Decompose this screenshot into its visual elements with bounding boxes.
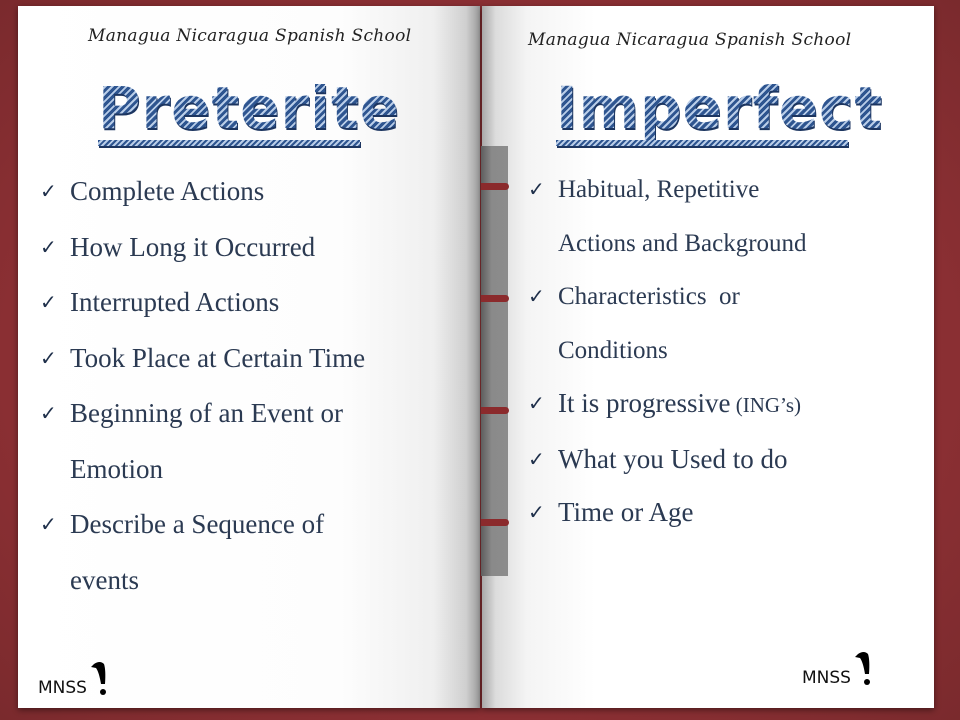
school-header: Managua Nicaragua Spanish School <box>528 30 852 50</box>
check-icon: ✓ <box>528 446 545 471</box>
school-header: Managua Nicaragua Spanish School <box>88 26 412 46</box>
bookmark-ribbon <box>481 407 509 414</box>
list-item: ✓ Interrupted Actions <box>40 275 365 331</box>
bookmark-ribbon <box>481 183 509 190</box>
bird-exclamation-icon <box>91 662 106 695</box>
bookmark-ribbon <box>481 295 509 302</box>
check-icon: ✓ <box>528 284 545 308</box>
list-item: ✓ Took Place at Certain Time <box>40 331 365 387</box>
list-item: ✓ What you Used to do <box>528 433 807 487</box>
mnss-logo: MNSS <box>802 652 870 688</box>
preterite-list: ✓ Complete Actions ✓ How Long it Occurred … <box>40 164 365 608</box>
list-item: ✓ Complete Actions <box>40 164 365 220</box>
check-icon: ✓ <box>40 401 57 425</box>
list-item: ✓ Time or Age <box>528 486 807 540</box>
check-icon: ✓ <box>40 290 57 314</box>
check-icon: ✓ <box>40 179 57 203</box>
bird-exclamation-icon <box>855 652 870 685</box>
check-icon: ✓ <box>528 391 545 415</box>
mnss-logo: MNSS <box>38 662 106 698</box>
page-title-imperfect: Imperfect <box>556 74 884 142</box>
title-underline <box>556 140 848 146</box>
page-title-preterite: Preterite <box>98 74 401 142</box>
list-item: ✓ Characteristics or Conditions <box>528 270 807 377</box>
spine-strip <box>481 146 508 576</box>
check-icon: ✓ <box>40 512 57 536</box>
list-item: ✓ Describe a Sequence of events <box>40 497 365 608</box>
list-item: ✓ It is progressive (ING’s) <box>528 377 807 433</box>
check-icon: ✓ <box>528 500 545 524</box>
check-icon: ✓ <box>528 177 545 201</box>
imperfect-list: ✓ Habitual, Repetitive Actions and Backgro… <box>528 163 807 540</box>
bookmark-ribbon <box>481 519 509 526</box>
check-icon: ✓ <box>40 234 57 259</box>
list-item: ✓ Beginning of an Event or Emotion <box>40 386 365 497</box>
title-underline <box>98 140 360 146</box>
list-item: ✓ How Long it Occurred <box>40 220 365 276</box>
check-icon: ✓ <box>40 345 57 370</box>
list-item: ✓ Habitual, Repetitive Actions and Backgro… <box>528 163 807 270</box>
